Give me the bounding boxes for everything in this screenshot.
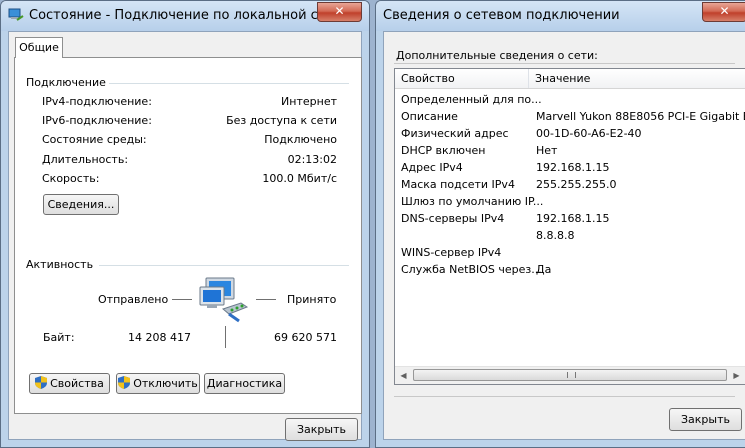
horizontal-scrollbar[interactable]: ◀ ▶: [395, 366, 745, 384]
bytes-divider: [225, 326, 226, 348]
property-cell: Физический адрес: [401, 127, 509, 140]
status-window-titlebar[interactable]: Состояние - Подключение по локальной сет…: [1, 1, 369, 31]
status-window: Состояние - Подключение по локальной сет…: [0, 0, 370, 448]
property-cell: DHCP включен: [401, 144, 486, 157]
bytes-received-value: 69 620 571: [274, 331, 337, 344]
properties-button[interactable]: Свойства: [29, 373, 110, 394]
property-cell: Маска подсети IPv4: [401, 178, 515, 191]
media-state-value: Подключено: [264, 133, 337, 146]
sent-label: Отправлено: [98, 293, 169, 306]
network-details-list[interactable]: Свойство Значение Определенный для по...…: [394, 68, 745, 385]
status-window-client: Общие Подключение IPv4-подключение: Инте…: [8, 31, 362, 441]
duration-value: 02:13:02: [287, 153, 337, 166]
details-bottom-separator: [394, 396, 735, 397]
column-header-value[interactable]: Значение: [528, 69, 745, 88]
status-window-close-icon[interactable]: ✕: [317, 2, 362, 22]
list-header: Свойство Значение: [395, 69, 745, 89]
value-cell: Нет: [536, 144, 558, 157]
value-cell: 00-1D-60-A6-E2-40: [536, 127, 642, 140]
scroll-left-icon[interactable]: ◀: [395, 367, 412, 384]
ipv6-connectivity-value: Без доступа к сети: [226, 114, 337, 127]
status-window-title: Состояние - Подключение по локальной сет…: [29, 8, 342, 23]
property-cell: Описание: [401, 110, 458, 123]
ipv6-connectivity-label: IPv6-подключение:: [42, 114, 152, 127]
ipv4-connectivity-label: IPv4-подключение:: [42, 95, 152, 108]
scroll-grip-icon: [567, 372, 576, 378]
network-details-label: Дополнительные сведения о сети:: [396, 49, 598, 62]
ipv4-connectivity-value: Интернет: [281, 95, 337, 108]
uac-shield-icon: [118, 376, 131, 389]
column-header-property[interactable]: Свойство: [395, 69, 528, 88]
speed-label: Скорость:: [42, 172, 100, 185]
details-window-title: Сведения о сетевом подключении: [383, 8, 620, 23]
media-state-label: Состояние среды:: [42, 133, 147, 146]
disable-button-label: Отключить: [133, 377, 198, 390]
property-cell: DNS-серверы IPv4: [401, 212, 505, 225]
disable-button[interactable]: Отключить: [116, 373, 200, 394]
value-cell: 192.168.1.15: [536, 161, 610, 174]
details-window-titlebar[interactable]: Сведения о сетевом подключении ✕: [376, 1, 745, 31]
connection-group-heading: Подключение: [26, 76, 106, 89]
details-window: Сведения о сетевом подключении ✕ Дополни…: [375, 0, 745, 448]
duration-label: Длительность:: [42, 153, 129, 166]
tab-general[interactable]: Общие: [15, 37, 63, 58]
value-cell: Marvell Yukon 88E8056 PCI-E Gigabit Eth: [536, 110, 745, 123]
property-cell: Определенный для по...: [401, 93, 542, 106]
scroll-right-icon[interactable]: ▶: [728, 367, 745, 384]
value-cell: Да: [536, 263, 552, 276]
status-close-button[interactable]: Закрыть: [285, 418, 358, 441]
property-cell: Шлюз по умолчанию IP...: [401, 195, 544, 208]
scroll-thumb[interactable]: [413, 369, 727, 381]
activity-group-heading: Активность: [26, 258, 94, 271]
details-button[interactable]: Сведения...: [43, 194, 119, 215]
network-connection-icon: [8, 8, 24, 21]
connection-group-line: [109, 83, 349, 84]
network-activity-icon: [199, 277, 249, 323]
general-tab-panel: Подключение IPv4-подключение: Интернет I…: [14, 57, 362, 414]
details-close-button[interactable]: Закрыть: [669, 408, 742, 431]
received-label: Принято: [287, 293, 337, 306]
details-separator: [394, 63, 735, 64]
sent-dash: [172, 299, 192, 300]
details-window-close-icon[interactable]: ✕: [702, 2, 745, 22]
bytes-sent-value: 14 208 417: [128, 331, 191, 344]
property-cell: Служба NetBIOS через...: [401, 263, 542, 276]
bytes-label: Байт:: [43, 331, 75, 344]
details-window-client: Дополнительные сведения о сети: Свойство…: [383, 31, 745, 440]
value-cell: 255.255.255.0: [536, 178, 617, 191]
diagnose-button[interactable]: Диагностика: [204, 373, 285, 394]
property-cell: Адрес IPv4: [401, 161, 463, 174]
property-cell: WINS-сервер IPv4: [401, 246, 502, 259]
uac-shield-icon: [35, 376, 48, 389]
received-dash: [256, 299, 276, 300]
value-cell: 192.168.1.15: [536, 212, 610, 225]
properties-button-label: Свойства: [50, 377, 104, 390]
activity-group-line: [99, 265, 349, 266]
value-cell: 8.8.8.8: [536, 229, 575, 242]
speed-value: 100.0 Мбит/с: [262, 172, 337, 185]
